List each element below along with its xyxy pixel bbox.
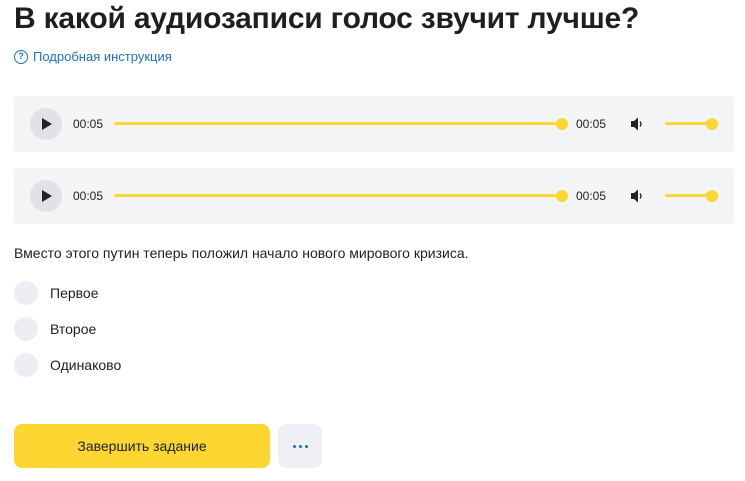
more-dots-icon	[292, 444, 296, 448]
volume-fill	[665, 194, 712, 197]
option-label: Первое	[50, 285, 99, 301]
progress-slider[interactable]	[114, 189, 568, 202]
option-label: Одинаково	[50, 357, 122, 373]
option-equal[interactable]: Одинаково	[14, 353, 121, 377]
progress-slider[interactable]	[114, 117, 568, 130]
progress-fill	[114, 122, 562, 125]
question-text: Вместо этого путин теперь положил начало…	[14, 245, 469, 261]
question-circle-icon: ?	[14, 49, 28, 64]
play-icon	[42, 118, 52, 130]
progress-thumb[interactable]	[556, 117, 568, 130]
progress-fill	[114, 194, 562, 197]
option-first[interactable]: Первое	[14, 281, 99, 305]
progress-thumb[interactable]	[556, 189, 568, 202]
audio-player-2: 00:05 00:05	[14, 168, 734, 224]
volume-slider[interactable]	[665, 117, 718, 130]
volume-thumb[interactable]	[706, 117, 718, 130]
radio-button[interactable]	[14, 353, 38, 377]
current-time: 00:05	[73, 117, 104, 131]
option-label: Второе	[50, 321, 97, 337]
play-button[interactable]	[30, 108, 62, 140]
play-icon	[42, 190, 52, 202]
radio-button[interactable]	[14, 317, 38, 341]
volume-thumb[interactable]	[706, 189, 718, 202]
instruction-link[interactable]: ? Подробная инструкция	[14, 49, 172, 64]
play-button[interactable]	[30, 180, 62, 212]
page-title: В какой аудиозаписи голос звучит лучше?	[14, 2, 640, 35]
option-second[interactable]: Второе	[14, 317, 96, 341]
volume-icon[interactable]	[630, 188, 644, 204]
finish-task-button[interactable]: Завершить задание	[14, 424, 270, 468]
more-dot	[298, 444, 302, 448]
instruction-link-label: Подробная инструкция	[33, 49, 172, 64]
audio-player-1: 00:05 00:05	[14, 96, 734, 152]
volume-slider[interactable]	[665, 189, 718, 202]
radio-button[interactable]	[14, 281, 38, 305]
volume-icon[interactable]	[630, 116, 644, 132]
volume-fill	[665, 122, 712, 125]
more-dot	[304, 444, 308, 448]
more-button[interactable]	[278, 424, 322, 468]
duration: 00:05	[576, 189, 607, 203]
duration: 00:05	[576, 117, 607, 131]
current-time: 00:05	[73, 189, 104, 203]
